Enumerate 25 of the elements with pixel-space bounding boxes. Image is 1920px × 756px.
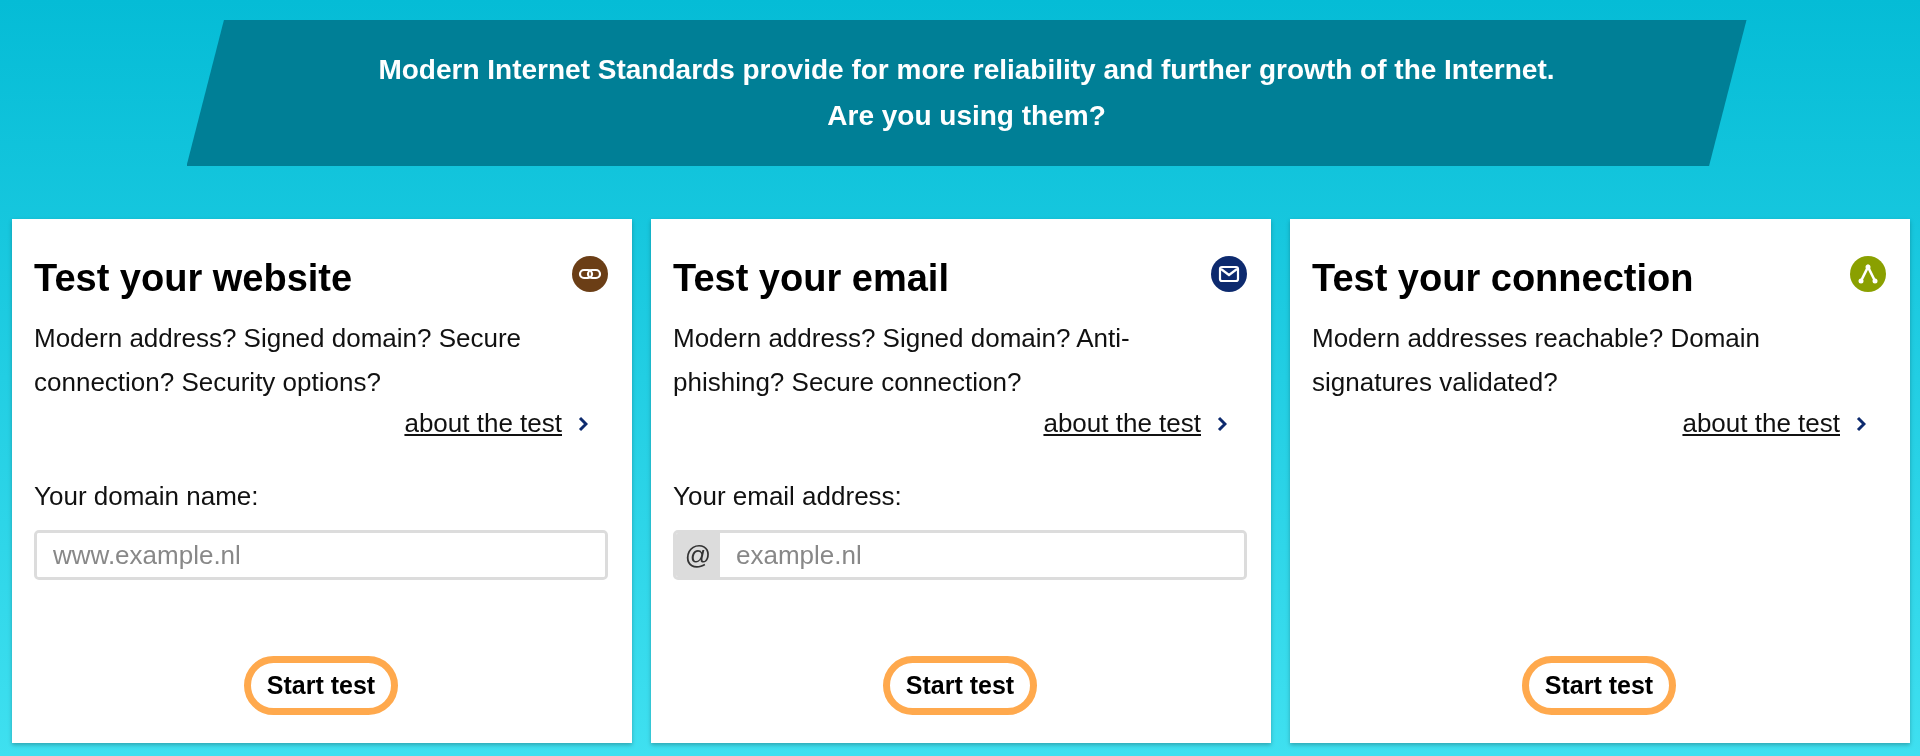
card-description: Modern addresses reachable? Domain signatures validated? xyxy=(1312,322,1762,399)
chevron-icon xyxy=(1217,415,1227,432)
mail-icon xyxy=(1211,255,1247,292)
card-description: Modern address? Signed domain? Anti-phishing? Secure connection? xyxy=(673,322,1131,399)
field-label: Your domain name: xyxy=(34,481,260,512)
domain-field[interactable]: www.example.nl xyxy=(34,530,608,580)
chevron-icon xyxy=(578,415,588,432)
banner-text: Are you using them? xyxy=(827,100,1106,132)
email-field[interactable]: @ example.nl xyxy=(673,530,1247,580)
start-test-button[interactable]: Start test xyxy=(1521,656,1677,715)
about-link[interactable]: about the test xyxy=(1043,408,1201,439)
banner-text: Modern Internet Standards provide for more reliability and further growth of the Internet. xyxy=(378,54,1555,86)
card-title: Test your email xyxy=(673,257,949,300)
about-link[interactable]: about the test xyxy=(1682,408,1840,439)
link-icon xyxy=(572,255,608,292)
network-icon xyxy=(1850,255,1886,292)
start-test-button[interactable]: Start test xyxy=(882,656,1038,715)
card-title: Test your connection xyxy=(1312,257,1694,300)
start-test-button[interactable]: Start test xyxy=(243,656,399,715)
field-label: Your email address: xyxy=(673,481,903,512)
card-title: Test your website xyxy=(34,257,353,300)
about-link[interactable]: about the test xyxy=(404,408,562,439)
chevron-icon xyxy=(1856,415,1866,432)
card-description: Modern address? Signed domain? Secure connection? Security options? xyxy=(34,322,523,399)
at-prefix: @ xyxy=(676,533,720,577)
